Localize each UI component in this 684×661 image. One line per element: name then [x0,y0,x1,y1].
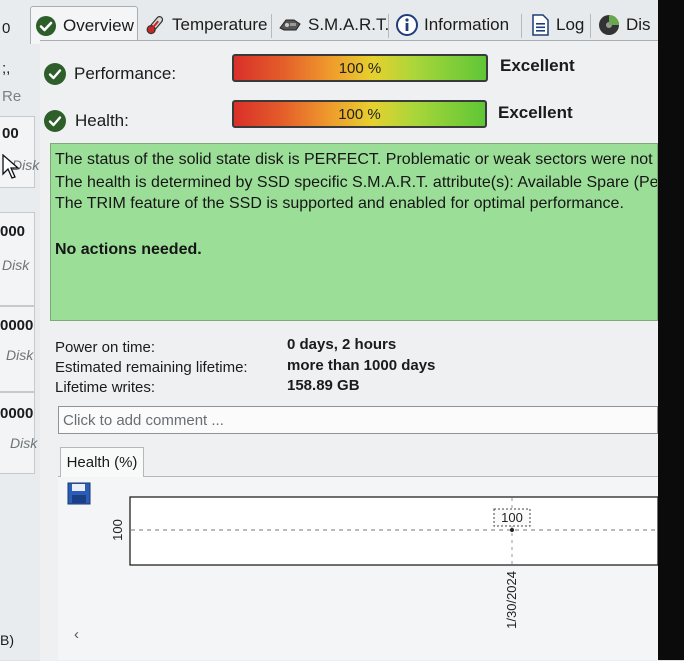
screen-bezel [658,0,684,660]
status-line: The TRIM feature of the SSD is supported… [55,195,624,212]
performance-percent: 100 % [338,59,382,77]
power-on-label: Power on time: [55,339,156,356]
tab-separator [521,14,522,38]
tab-overview[interactable]: Overview [30,6,138,44]
drive-list-fragment: 0 [2,20,11,37]
power-on-value: 0 days, 2 hours [287,336,397,353]
status-actions: No actions needed. [55,241,202,258]
lifetime-writes-value: 158.89 GB [287,377,360,394]
save-icon[interactable] [67,482,91,505]
status-line: The status of the solid state disk is PE… [55,151,653,168]
comment-input[interactable]: Click to add comment ... [58,406,658,434]
performance-bar: 100 % [232,54,488,82]
health-chart: 100 1/30/2024 100 [67,482,658,629]
tab-temperature[interactable]: Temperature [144,10,267,40]
tab-label: S.M.A.R.T. [308,15,390,34]
x-tick-label: 1/30/2024 [504,571,519,629]
tab-label: Log [556,15,585,34]
drive-item-sub: Disk [2,257,30,273]
tab-separator [388,14,389,38]
tab-label: Overview [63,15,134,35]
tab-information[interactable]: Information [396,10,509,40]
data-point [510,528,514,532]
drive-list-fragment: B) [0,632,14,648]
remaining-lifetime-label: Estimated remaining lifetime: [55,359,248,376]
drive-item[interactable]: 0000 Disk [0,306,35,392]
check-circle-icon [44,63,66,85]
tab-label: Dis [626,15,651,34]
y-tick-label: 100 [110,519,125,541]
tab-bar: Overview Temperature S.M.A.R.T. Informat… [30,6,658,44]
performance-rating: Excellent [500,56,575,75]
tab-health-chart[interactable]: Health (%) [60,447,144,477]
drive-item-sub: Disk [10,435,38,451]
drive-item-sub: Disk [6,347,34,363]
drive-item-number: 0000 [0,405,34,422]
log-document-icon [530,14,550,36]
drive-item[interactable]: 0000 Disk [0,392,38,474]
remaining-lifetime-value: more than 1000 days [287,357,436,374]
performance-label: Performance: [74,64,177,83]
drive-item-number: 000 [0,223,26,240]
drive-list: 0 ;, Re 00 Disk 000 Disk 0000 Disk 0000 … [0,0,41,660]
health-label: Health: [75,111,129,130]
thermometer-icon [144,14,166,36]
drive-list-fragment: Re [2,88,22,105]
health-percent: 100 % [338,105,381,123]
tab-smart[interactable]: S.M.A.R.T. [278,10,389,40]
smart-icon [278,14,302,36]
drive-item[interactable]: 000 Disk [0,212,35,306]
status-line: The health is determined by SSD specific… [55,174,658,191]
drive-item-number: 00 [2,125,19,142]
drive-list-fragment: ;, [2,60,11,77]
disk-icon [598,14,620,36]
health-bar: 100 % [232,100,487,128]
info-icon [396,14,418,36]
tab-separator [590,14,591,38]
tab-label: Temperature [172,15,268,34]
tab-separator [271,14,272,38]
status-box: The status of the solid state disk is PE… [50,143,658,321]
plot-area [129,496,658,566]
lifetime-writes-label: Lifetime writes: [55,379,156,396]
check-circle-icon [44,110,66,132]
scroll-left-icon[interactable]: ‹ [74,626,79,643]
mouse-cursor-icon [2,154,20,179]
tab-log[interactable]: Log [530,10,584,40]
check-circle-icon [35,15,57,37]
tab-label: Information [424,15,510,34]
drive-item-number: 0000 [0,317,34,334]
health-rating: Excellent [498,103,573,122]
tab-disk[interactable]: Dis [598,10,651,40]
data-label: 100 [501,510,523,525]
